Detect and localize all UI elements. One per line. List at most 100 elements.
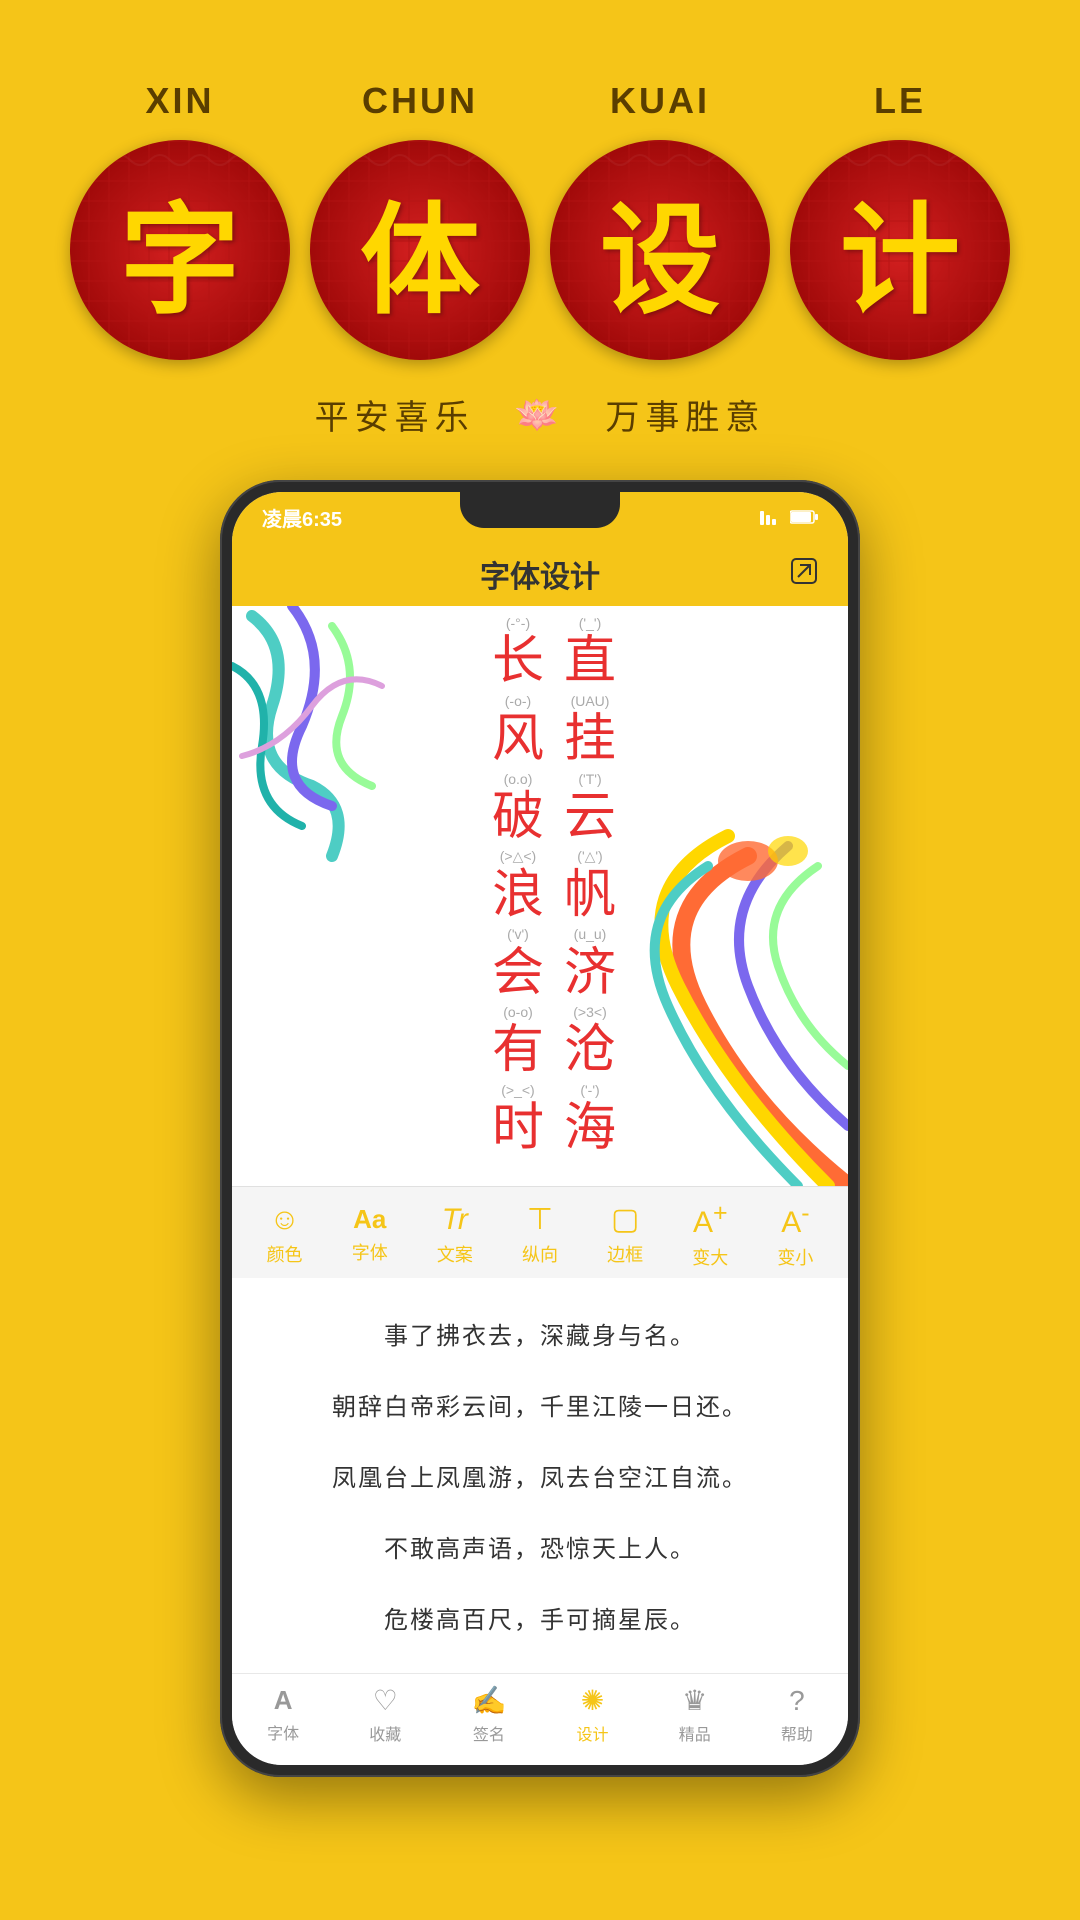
pinyin-row: XIN 字 CHUN 体 KUAI 设 LE 计: [0, 80, 1080, 360]
nav-signature[interactable]: ✍ 签名: [471, 1684, 506, 1745]
char-le: 计: [840, 163, 960, 337]
nav-design-label: 设计: [577, 1721, 609, 1745]
text-list-item-0: 事了拂衣去，深藏身与名。: [272, 1298, 808, 1369]
larger-icon: A+: [693, 1199, 728, 1240]
circle-le: 计: [790, 140, 1010, 360]
char-6-1: 有: [492, 1020, 544, 1082]
battery-icon: [790, 509, 818, 525]
ann-2-2: (UAU): [571, 694, 610, 709]
ann-3-2: ('T'): [578, 772, 601, 787]
toolbar-font[interactable]: Aa 字体: [352, 1204, 388, 1265]
wifi-icon: [760, 509, 782, 525]
ann-3-1: (o.o): [504, 772, 533, 787]
share-icon[interactable]: [790, 557, 818, 592]
char-5-2: 济: [564, 943, 616, 1005]
char-7-1: 时: [492, 1098, 544, 1160]
vertical-icon: ⊤: [527, 1202, 553, 1237]
pinyin-chun: CHUN: [362, 80, 478, 122]
text-label: 文案: [437, 1241, 473, 1267]
ann-2-1: (-o-): [505, 694, 531, 709]
phone-frame: 凌晨6:35 字体设计: [220, 480, 860, 1777]
pinyin-xin: XIN: [145, 80, 214, 122]
border-label: 边框: [607, 1241, 643, 1267]
font-icon: Aa: [353, 1204, 386, 1235]
text-icon: Tr: [442, 1203, 468, 1237]
toolbar-border[interactable]: ▢ 边框: [607, 1202, 643, 1267]
right-subtitle: 万事胜意: [605, 390, 765, 439]
char-xin: 字: [120, 163, 240, 337]
toolbar-color[interactable]: ☺ 颜色: [267, 1203, 303, 1267]
pinyin-item-chun: CHUN 体: [300, 80, 540, 360]
toolbar-text[interactable]: Tr 文案: [437, 1203, 473, 1267]
lotus-icon: 🪷: [515, 394, 566, 436]
nav-signature-icon: ✍: [471, 1684, 506, 1717]
ann-6-1: (o-o): [503, 1005, 533, 1020]
nav-design[interactable]: ✺ 设计: [577, 1684, 609, 1745]
nav-font-icon: A: [274, 1685, 293, 1716]
text-list-item-2: 凤凰台上凤凰游，凤去台空江自流。: [272, 1440, 808, 1511]
text-list-item-3: 不敢高声语，恐惊天上人。: [272, 1511, 808, 1582]
char-7-2: 海: [564, 1098, 616, 1160]
nav-help-label: 帮助: [781, 1721, 813, 1745]
poem-col-2: ('_') 直 (UAU) 挂 ('T') 云 ('△') 帆 (u_u) 济 …: [556, 616, 624, 1160]
pinyin-item-xin: XIN 字: [60, 80, 300, 360]
app-header: 字体设计: [232, 542, 848, 606]
char-5-1: 会: [492, 943, 544, 1005]
nav-font[interactable]: A 字体: [267, 1685, 299, 1744]
nav-favorites-icon: ♡: [373, 1684, 398, 1717]
nav-premium-label: 精品: [679, 1721, 711, 1745]
nav-favorites-label: 收藏: [369, 1721, 401, 1745]
circle-xin: 字: [70, 140, 290, 360]
phone-section: 凌晨6:35 字体设计: [220, 480, 860, 1777]
toolbar-vertical[interactable]: ⊤ 纵向: [522, 1202, 558, 1267]
char-2-1: 风: [492, 709, 544, 771]
ann-7-2: ('-'): [580, 1083, 599, 1098]
font-label: 字体: [352, 1239, 388, 1265]
ann-5-2: (u_u): [574, 927, 607, 942]
toolbar-smaller[interactable]: A- 变小: [777, 1199, 813, 1270]
art-topleft: [232, 606, 452, 886]
char-1-1: 长: [492, 631, 544, 693]
circle-kuai: 设: [550, 140, 770, 360]
poem-columns: (-°-) 长 (-o-) 风 (o.o) 破 (>△<) 浪 ('v') 会 …: [484, 616, 624, 1160]
char-1-2: 直: [564, 631, 616, 693]
nav-favorites[interactable]: ♡ 收藏: [369, 1684, 401, 1745]
char-6-2: 沧: [564, 1020, 616, 1082]
pinyin-le: LE: [874, 80, 926, 122]
app-title: 字体设计: [480, 552, 600, 596]
toolbar: ☺ 颜色 Aa 字体 Tr 文案 ⊤ 纵向 ▢ 边框: [232, 1186, 848, 1278]
circle-chun: 体: [310, 140, 530, 360]
char-3-1: 破: [492, 787, 544, 849]
top-section: XIN 字 CHUN 体 KUAI 设 LE 计 平安喜乐: [0, 0, 1080, 439]
pinyin-kuai: KUAI: [610, 80, 710, 122]
nav-design-icon: ✺: [581, 1684, 604, 1717]
char-3-2: 云: [564, 787, 616, 849]
char-chun: 体: [360, 163, 480, 337]
smaller-label: 变小: [777, 1244, 813, 1270]
char-4-1: 浪: [492, 865, 544, 927]
smaller-icon: A-: [781, 1199, 809, 1240]
pinyin-item-kuai: KUAI 设: [540, 80, 780, 360]
nav-help[interactable]: ? 帮助: [781, 1685, 813, 1745]
nav-signature-label: 签名: [473, 1721, 505, 1745]
ann-4-2: ('△'): [577, 849, 602, 864]
subtitle-row: 平安喜乐 🪷 万事胜意: [315, 390, 766, 439]
larger-label: 变大: [692, 1244, 728, 1270]
poem-col-1: (-°-) 长 (-o-) 风 (o.o) 破 (>△<) 浪 ('v') 会 …: [484, 616, 552, 1160]
ann-1-2: ('_'): [579, 616, 601, 631]
nav-help-icon: ?: [789, 1685, 805, 1717]
toolbar-larger[interactable]: A+ 变大: [692, 1199, 728, 1270]
status-time: 凌晨6:35: [262, 503, 342, 532]
pinyin-item-le: LE 计: [780, 80, 1020, 360]
ann-1-1: (-°-): [506, 616, 530, 631]
border-icon: ▢: [611, 1202, 639, 1237]
ann-5-1: ('v'): [507, 927, 529, 942]
text-list-item-1: 朝辞白帝彩云间，千里江陵一日还。: [272, 1369, 808, 1440]
left-subtitle: 平安喜乐: [315, 390, 475, 439]
char-4-2: 帆: [564, 865, 616, 927]
color-icon: ☺: [269, 1203, 300, 1237]
bottom-nav: A 字体 ♡ 收藏 ✍ 签名 ✺ 设计 ♛ 精品: [232, 1673, 848, 1765]
text-list-area: 事了拂衣去，深藏身与名。 朝辞白帝彩云间，千里江陵一日还。 凤凰台上凤凰游，凤去…: [232, 1278, 848, 1673]
nav-premium[interactable]: ♛ 精品: [679, 1684, 711, 1745]
ann-4-1: (>△<): [500, 849, 536, 864]
